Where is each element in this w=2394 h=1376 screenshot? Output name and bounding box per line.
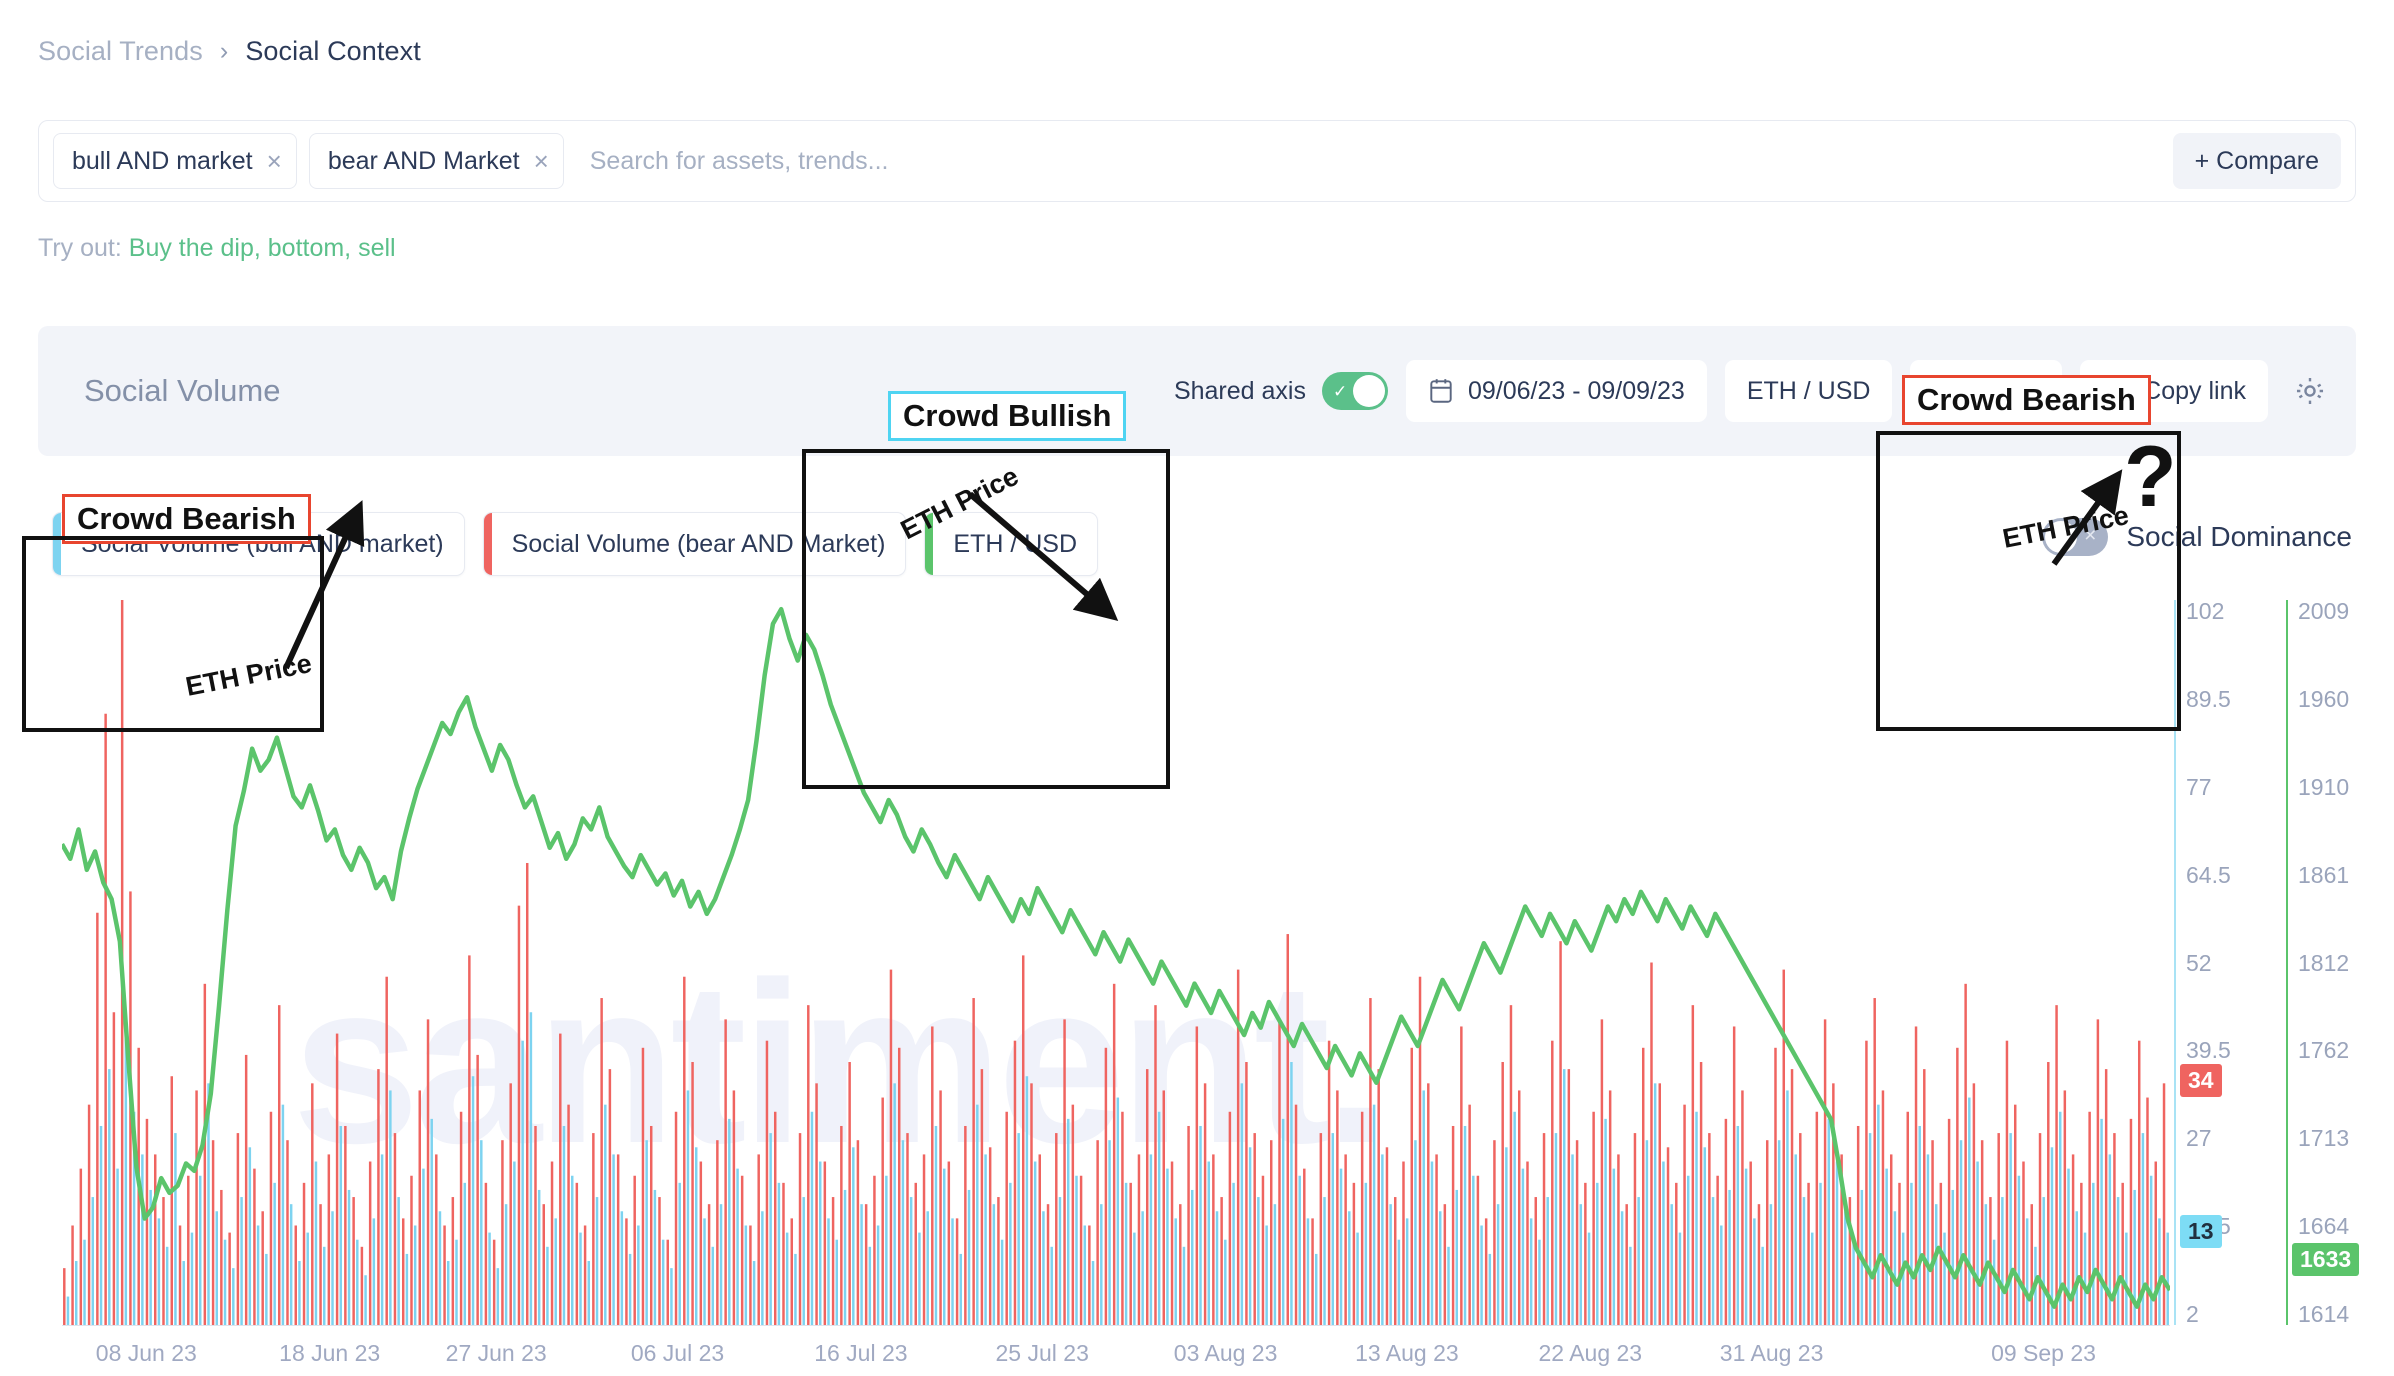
legend-item-bear[interactable]: Social Volume (bear AND Market) xyxy=(483,512,907,576)
try-out-link[interactable]: Buy the dip, bottom, sell xyxy=(129,234,396,262)
gear-icon[interactable] xyxy=(2286,367,2334,415)
annotation-arrow-up-left xyxy=(240,480,440,700)
x-axis-tick: 08 Jun 23 xyxy=(96,1340,197,1367)
axis-tick: 1960 xyxy=(2298,686,2349,713)
axis-tick: 1861 xyxy=(2298,862,2349,889)
status-badge-bear-value: 34 xyxy=(2180,1064,2222,1097)
x-axis-tick: 18 Jun 23 xyxy=(279,1340,380,1367)
search-input[interactable] xyxy=(576,146,2173,177)
price-line-layer xyxy=(62,600,2170,1325)
annotation-arrow-down-middle xyxy=(960,474,1160,694)
axis-tick: 1812 xyxy=(2298,950,2349,977)
annotation-title-crowd-bullish: Crowd Bullish xyxy=(888,391,1126,441)
search-chip-bear[interactable]: bear AND Market × xyxy=(309,133,564,189)
axis-tick: 64.5 xyxy=(2186,862,2231,889)
axis-tick: 1713 xyxy=(2298,1125,2349,1152)
x-axis-tick: 31 Aug 23 xyxy=(1720,1340,1824,1367)
toggle-knob xyxy=(1353,375,1385,407)
shared-axis-toggle[interactable]: ✓ xyxy=(1322,372,1388,410)
axis-tick: 2009 xyxy=(2298,598,2349,625)
close-icon[interactable]: × xyxy=(267,148,282,174)
social-volume-axis xyxy=(2174,600,2176,1325)
x-axis-tick: 16 Jul 23 xyxy=(814,1340,907,1367)
search-bar: bull AND market × bear AND Market × + Co… xyxy=(38,120,2356,202)
breadcrumb-parent[interactable]: Social Trends xyxy=(38,36,203,67)
x-axis-tick: 13 Aug 23 xyxy=(1355,1340,1459,1367)
breadcrumb-current: Social Context xyxy=(245,36,421,67)
axis-tick: 27 xyxy=(2186,1125,2212,1152)
try-out-prefix: Try out: xyxy=(38,234,122,262)
annotation-arrow-up-right xyxy=(2040,450,2200,630)
legend-swatch xyxy=(484,513,492,575)
date-range-button[interactable]: 09/06/23 - 09/09/23 xyxy=(1406,360,1707,422)
axis-tick: 77 xyxy=(2186,774,2212,801)
breadcrumb: Social Trends › Social Context xyxy=(38,36,421,67)
annotation-title-crowd-bearish-right: Crowd Bearish xyxy=(1902,375,2151,425)
search-chip-label: bear AND Market xyxy=(328,147,520,176)
x-axis-tick: 25 Jul 23 xyxy=(996,1340,1089,1367)
x-axis-line xyxy=(62,1325,2170,1326)
x-axis-tick: 03 Aug 23 xyxy=(1174,1340,1278,1367)
status-badge-eth-value: 1633 xyxy=(2292,1243,2359,1276)
chart-plot-area[interactable]: santiment. xyxy=(62,600,2170,1325)
status-badge-bull-value: 13 xyxy=(2180,1215,2222,1248)
legend-item-label: Social Volume (bear AND Market) xyxy=(492,530,906,559)
chart-container: santiment. 10289.57764.55239.52714.52 20… xyxy=(0,600,2394,1376)
calendar-icon xyxy=(1428,377,1454,405)
date-range-value: 09/06/23 - 09/09/23 xyxy=(1468,377,1685,406)
eth-price-axis xyxy=(2286,600,2288,1325)
panel-toolbar: Shared axis ✓ 09/06/23 - 09/09/23 ETH / … xyxy=(1174,360,2334,422)
axis-tick: 1910 xyxy=(2298,774,2349,801)
search-chip-bull[interactable]: bull AND market × xyxy=(53,133,297,189)
axis-tick: 1614 xyxy=(2298,1301,2349,1328)
axis-tick: 89.5 xyxy=(2186,686,2231,713)
x-axis-tick: 09 Sep 23 xyxy=(1991,1340,2096,1367)
axis-tick: 39.5 xyxy=(2186,1037,2231,1064)
axis-tick: 52 xyxy=(2186,950,2212,977)
close-icon[interactable]: × xyxy=(534,148,549,174)
axis-tick: 1762 xyxy=(2298,1037,2349,1064)
asset-selector-button[interactable]: ETH / USD xyxy=(1725,360,1893,422)
shared-axis-label: Shared axis xyxy=(1174,377,1306,406)
shared-axis-control: Shared axis ✓ xyxy=(1174,372,1388,410)
check-icon: ✓ xyxy=(1333,383,1347,400)
axis-tick: 1664 xyxy=(2298,1213,2349,1240)
x-axis-tick: 06 Jul 23 xyxy=(631,1340,724,1367)
copy-link-label: Copy link xyxy=(2143,377,2246,406)
legend-swatch xyxy=(53,513,61,575)
try-out-hint: Try out: Buy the dip, bottom, sell xyxy=(38,234,396,263)
add-compare-button[interactable]: + Compare xyxy=(2173,133,2341,189)
x-axis-tick: 27 Jun 23 xyxy=(446,1340,547,1367)
page-title: Social Volume xyxy=(84,373,280,409)
axis-tick: 2 xyxy=(2186,1301,2199,1328)
x-axis-tick: 22 Aug 23 xyxy=(1538,1340,1642,1367)
x-axis-ticks: 08 Jun 23 18 Jun 23 27 Jun 23 06 Jul 23 16 J… xyxy=(0,1328,2394,1376)
breadcrumb-separator-icon: › xyxy=(220,37,228,66)
search-chip-label: bull AND market xyxy=(72,147,253,176)
